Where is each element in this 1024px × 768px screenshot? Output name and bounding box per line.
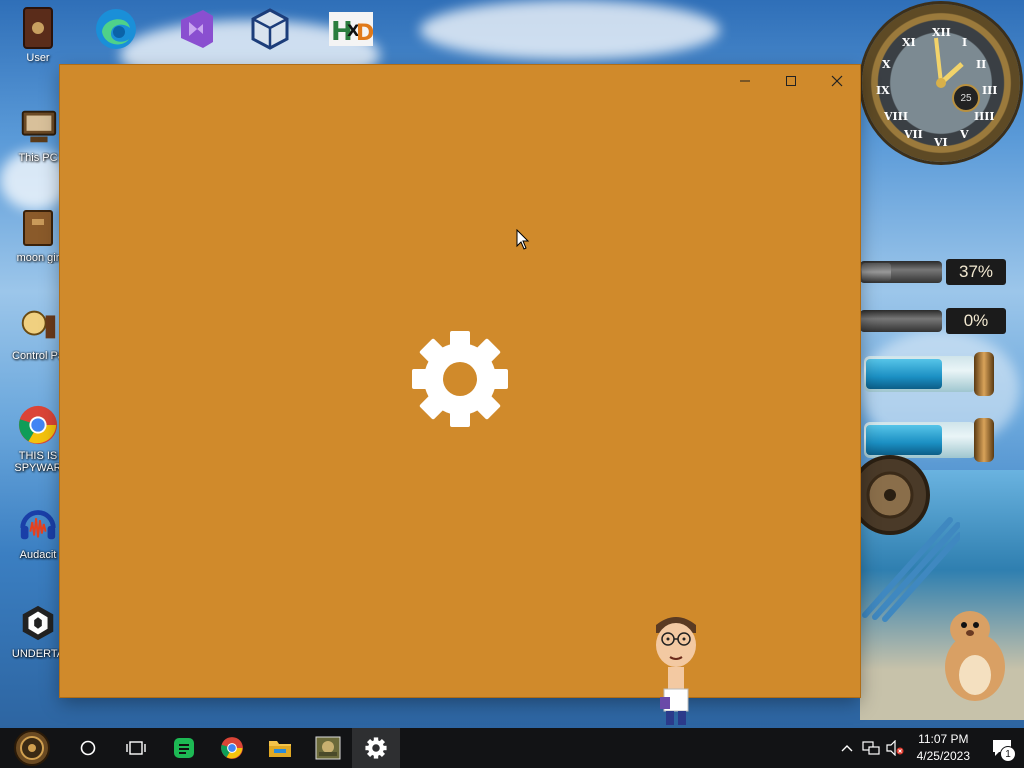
chrome-icon	[221, 737, 243, 759]
minimize-icon	[740, 80, 750, 82]
start-button[interactable]	[0, 728, 64, 768]
game-thumbnail-icon	[315, 736, 341, 760]
folder-icon	[269, 741, 291, 757]
gear-icon	[365, 737, 387, 759]
hamster-decoration	[945, 611, 1005, 701]
system-tray: 11:07 PM 4/25/2023 1	[835, 728, 1024, 768]
network-icon	[862, 741, 880, 755]
tray-overflow-button[interactable]	[835, 728, 859, 768]
settings-gear-icon	[412, 331, 508, 427]
maximize-button[interactable]	[768, 65, 814, 97]
svg-text:D: D	[356, 21, 373, 46]
fluid-tube-gadget	[860, 352, 996, 396]
steampunk-clock-gadget[interactable]: XII I II III IIII V VI VII VIII IX X XI …	[862, 4, 1020, 162]
ram-meter-value: 0%	[946, 308, 1006, 334]
taskbar-game[interactable]	[304, 728, 352, 768]
network-button[interactable]	[859, 728, 883, 768]
desktop-icon-hxd[interactable]: HXD	[320, 6, 380, 52]
close-icon	[831, 75, 843, 87]
taskbar-date: 4/25/2023	[916, 749, 970, 763]
taskbar-time: 11:07 PM	[918, 732, 969, 746]
unity-icon	[17, 602, 59, 644]
action-center-button[interactable]: 1	[980, 728, 1024, 768]
chrome-icon	[17, 404, 59, 446]
search-button[interactable]	[64, 728, 112, 768]
task-view-button[interactable]	[112, 728, 160, 768]
notification-count-badge: 1	[1000, 746, 1016, 762]
taskbar-chrome[interactable]	[208, 728, 256, 768]
clock-hands	[934, 37, 964, 88]
taskbar: 11:07 PM 4/25/2023 1	[0, 728, 1024, 768]
cpu-meter-gadget[interactable]: 37%	[860, 255, 1010, 291]
box-icon	[17, 206, 59, 248]
taskbar-app-1[interactable]	[160, 728, 208, 768]
close-button[interactable]	[814, 65, 860, 97]
hxd-icon: HXD	[327, 6, 373, 52]
desktop-icon-virtualbox[interactable]	[240, 6, 300, 52]
taskbar-settings[interactable]	[352, 728, 400, 768]
taskbar-clock[interactable]: 11:07 PM 4/25/2023	[907, 731, 980, 765]
green-chat-icon	[174, 738, 194, 758]
steampunk-gears-decoration	[860, 455, 960, 622]
edge-icon	[93, 6, 139, 52]
cpu-meter-fill	[862, 263, 891, 281]
user-folder-icon	[15, 6, 61, 52]
minimize-button[interactable]	[722, 65, 768, 97]
volume-button[interactable]	[883, 728, 907, 768]
control-panel-icon	[17, 304, 59, 346]
cartoon-character-decoration	[656, 617, 696, 725]
desktop-icon-label: User	[26, 52, 50, 64]
mouse-cursor-icon	[516, 229, 530, 250]
cortana-circle-icon	[80, 740, 96, 756]
steampunk-start-icon	[14, 730, 50, 766]
computer-icon	[17, 106, 59, 148]
desktop-icon-user[interactable]: User	[8, 6, 68, 64]
desktop-icon-visual-studio[interactable]	[166, 6, 226, 52]
maximize-icon	[786, 76, 796, 86]
clock-date-dial: 25	[952, 84, 980, 112]
ram-meter-tube	[860, 310, 942, 332]
settings-window[interactable]	[60, 65, 860, 725]
chevron-up-icon	[841, 745, 853, 752]
virtualbox-icon	[247, 6, 293, 52]
ram-meter-gadget[interactable]: 0%	[860, 304, 1010, 340]
taskbar-file-explorer[interactable]	[256, 728, 304, 768]
desktop-icon-edge[interactable]	[86, 6, 146, 52]
wallpaper-cloud	[420, 0, 720, 60]
audacity-icon	[17, 503, 59, 545]
cpu-meter-value: 37%	[946, 259, 1006, 285]
volume-muted-icon	[886, 740, 904, 756]
task-view-icon	[126, 741, 146, 755]
visual-studio-icon	[173, 6, 219, 52]
